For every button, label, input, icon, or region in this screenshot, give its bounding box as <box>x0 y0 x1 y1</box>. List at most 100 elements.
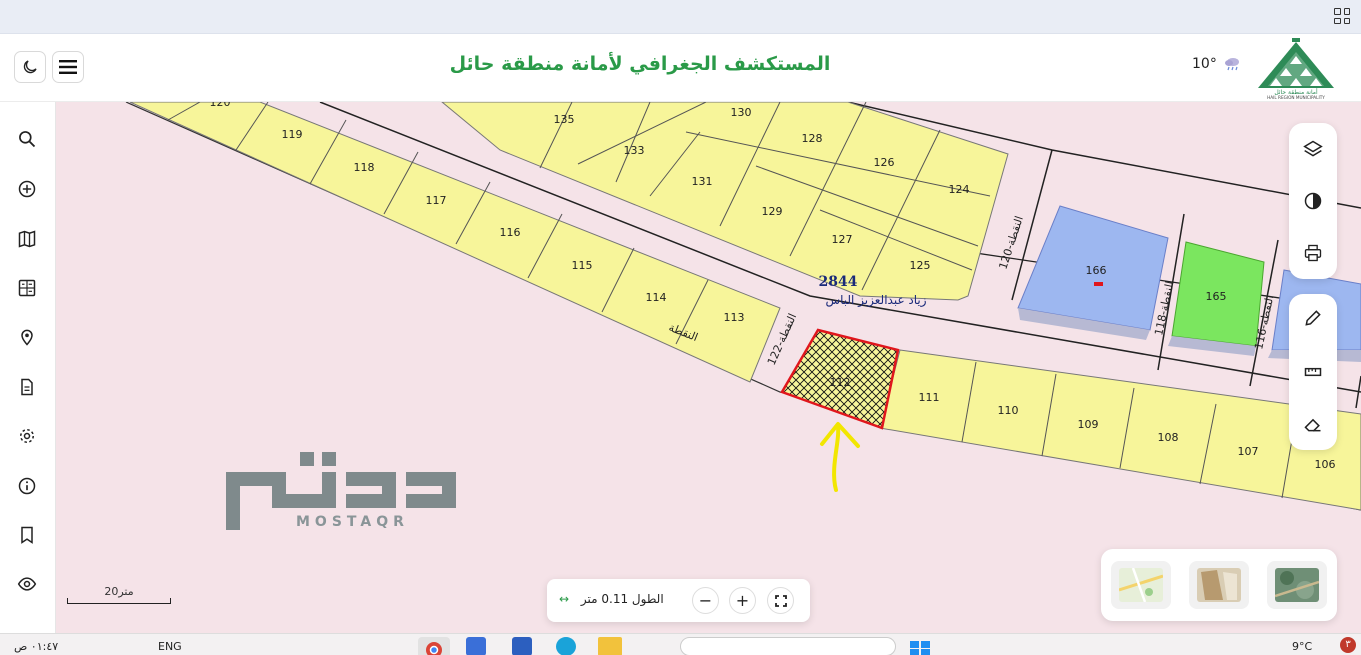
svg-text:114: 114 <box>646 291 667 304</box>
gear-icon <box>20 429 34 443</box>
bookmark-button[interactable] <box>8 516 46 554</box>
location-button[interactable] <box>8 318 46 356</box>
windows-icon <box>910 641 930 655</box>
moon-icon <box>23 60 37 74</box>
fullscreen-button[interactable] <box>767 587 794 614</box>
svg-text:112: 112 <box>830 376 851 389</box>
rain-cloud-icon <box>1224 58 1239 71</box>
chrome-icon <box>426 642 442 655</box>
bookmark-icon <box>21 526 33 544</box>
basemap-streets[interactable] <box>1111 561 1171 609</box>
svg-text:128: 128 <box>802 132 823 145</box>
svg-text:HAIL REGION MUNICIPALITY: HAIL REGION MUNICIPALITY <box>1267 95 1325 100</box>
location-pin-icon <box>21 329 33 346</box>
map-controls-card <box>1289 123 1337 279</box>
terrain-thumbnail-icon <box>1197 568 1241 602</box>
language-indicator[interactable]: ENG <box>158 640 182 653</box>
visibility-button[interactable] <box>8 565 46 603</box>
svg-text:111: 111 <box>919 391 940 404</box>
app-header: المستكشف الجغرافي لأمانة منطقة حائل 10° … <box>0 34 1361 102</box>
layers-button[interactable] <box>1295 131 1331 167</box>
measurement-bar: الطول 0.11 متر ↔ − + <box>547 579 810 622</box>
streets-thumbnail-icon <box>1119 568 1163 602</box>
watermark-text: MOSTAQR <box>296 514 409 530</box>
chrome-taskbar-button[interactable] <box>418 637 450 655</box>
svg-text:126: 126 <box>874 156 895 169</box>
browser-top-bar <box>0 0 1361 34</box>
svg-text:166: 166 <box>1086 264 1107 277</box>
print-button[interactable] <box>1295 235 1331 271</box>
document-button[interactable] <box>8 368 46 406</box>
scale-ruler <box>67 598 171 604</box>
expand-icon <box>774 594 787 607</box>
dark-mode-button[interactable] <box>14 51 46 83</box>
basemap-satellite[interactable] <box>1267 561 1327 609</box>
svg-text:120: 120 <box>210 102 231 109</box>
zoom-out-button[interactable]: − <box>692 587 719 614</box>
plus-icon: + <box>735 591 750 610</box>
municipality-logo: أمانة منطقة حائل HAIL REGION MUNICIPALIT… <box>1252 38 1340 100</box>
svg-text:113: 113 <box>724 311 745 324</box>
add-circle-icon <box>18 180 36 198</box>
draw-button[interactable] <box>1295 300 1331 336</box>
zoom-in-button[interactable]: + <box>729 587 756 614</box>
ruler-icon <box>1304 367 1322 377</box>
document-icon <box>21 378 33 396</box>
add-button[interactable] <box>8 170 46 208</box>
svg-text:118: 118 <box>354 161 375 174</box>
store-taskbar-button[interactable] <box>512 637 532 655</box>
map-button[interactable] <box>8 220 46 258</box>
svg-text:زياد عبدالعزيز الباس: زياد عبدالعزيز الباس <box>825 293 926 308</box>
map-icon <box>18 230 36 248</box>
contrast-button[interactable] <box>1295 183 1331 219</box>
svg-text:125: 125 <box>910 259 931 272</box>
svg-text:130: 130 <box>731 106 752 119</box>
taskbar-search-box[interactable] <box>680 637 896 655</box>
edge-taskbar-button[interactable] <box>556 637 576 655</box>
calculator-icon <box>18 279 36 297</box>
layers-icon <box>1303 140 1323 157</box>
printer-icon <box>1304 244 1322 262</box>
left-toolbar <box>0 102 56 633</box>
pencil-icon <box>1305 310 1321 326</box>
length-readout: الطول 0.11 متر ↔ <box>559 592 664 606</box>
notification-badge[interactable]: ٣ <box>1340 637 1356 653</box>
search-button[interactable] <box>8 120 46 158</box>
start-button[interactable] <box>910 637 932 655</box>
clock-text: ٠١:٤٧ ص <box>14 640 59 653</box>
svg-text:119: 119 <box>282 128 303 141</box>
app-taskbar-button[interactable] <box>466 637 486 655</box>
svg-text:117: 117 <box>426 194 447 207</box>
temperature-text: 10° <box>1192 56 1217 72</box>
search-icon <box>19 131 36 148</box>
svg-text:106: 106 <box>1315 458 1336 471</box>
hamburger-icon <box>59 60 77 74</box>
drawing-tools-card <box>1289 294 1337 450</box>
info-button[interactable] <box>8 467 46 505</box>
double-arrow-icon: ↔ <box>559 592 570 606</box>
settings-button[interactable] <box>8 417 46 455</box>
svg-text:129: 129 <box>762 205 783 218</box>
svg-text:110: 110 <box>998 404 1019 417</box>
eraser-icon <box>1304 418 1321 432</box>
scale-bar: 20متر <box>67 585 171 604</box>
basemap-picker <box>1101 549 1337 621</box>
erase-button[interactable] <box>1295 406 1331 442</box>
svg-text:116: 116 <box>500 226 521 239</box>
svg-text:165: 165 <box>1206 290 1227 303</box>
svg-text:133: 133 <box>624 144 645 157</box>
measure-button[interactable] <box>1295 354 1331 390</box>
files-taskbar-button[interactable] <box>598 637 622 655</box>
basemap-blank[interactable] <box>1189 561 1249 609</box>
menu-button[interactable] <box>52 51 84 83</box>
contrast-icon <box>1304 192 1322 210</box>
info-icon <box>18 477 36 495</box>
svg-text:131: 131 <box>692 175 713 188</box>
calculator-button[interactable] <box>8 269 46 307</box>
apps-grid-icon[interactable] <box>1331 5 1353 27</box>
svg-text:108: 108 <box>1158 431 1179 444</box>
satellite-thumbnail-icon <box>1275 568 1319 602</box>
weather-temp: 9°C <box>1292 640 1313 653</box>
scale-label: 20متر <box>104 585 134 598</box>
eye-icon <box>17 577 37 591</box>
